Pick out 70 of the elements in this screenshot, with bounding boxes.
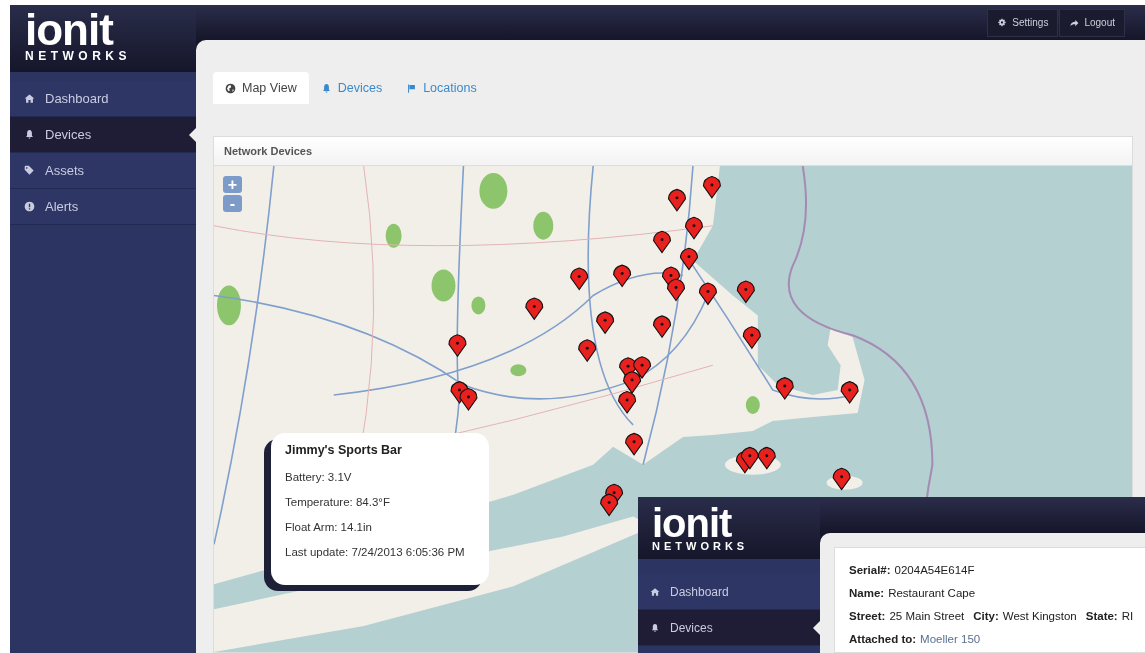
forest-patch bbox=[471, 296, 486, 315]
popup-text: Last update: 7/24/2013 6:05:36 PM bbox=[285, 545, 466, 560]
map-pin-icon[interactable] bbox=[618, 391, 637, 414]
popup-text: Float Arm: 14.1in bbox=[285, 520, 373, 535]
map-pin-icon[interactable] bbox=[702, 175, 721, 199]
map-pin-icon[interactable] bbox=[736, 280, 755, 303]
map-pin-icon[interactable] bbox=[832, 467, 851, 491]
map-pin-icon[interactable] bbox=[679, 247, 698, 271]
home-icon bbox=[24, 93, 35, 104]
map-pin-icon[interactable] bbox=[653, 315, 672, 338]
map-pin-icon[interactable] bbox=[570, 267, 589, 291]
tab[interactable]: Map View bbox=[213, 72, 309, 104]
arrow-icon bbox=[1069, 17, 1080, 28]
settings-icon bbox=[997, 17, 1008, 28]
field-label: Name: bbox=[849, 587, 885, 601]
field-value: 25 Main Street bbox=[889, 610, 965, 624]
field-label: Street: bbox=[849, 610, 886, 624]
map-pin-icon[interactable] bbox=[525, 297, 544, 320]
pin-cluster-icon[interactable] bbox=[661, 266, 686, 301]
map-pin-icon[interactable] bbox=[757, 446, 776, 470]
field-label: City: bbox=[973, 610, 999, 624]
bell-icon bbox=[650, 622, 660, 633]
forest-patch bbox=[510, 364, 527, 377]
field-label: Attached to: bbox=[849, 633, 917, 647]
forest-patch bbox=[217, 285, 241, 326]
field-value: RI bbox=[1121, 610, 1134, 624]
globe-icon bbox=[225, 82, 236, 94]
map-pin-icon[interactable] bbox=[578, 339, 597, 362]
field-value: West Kingston bbox=[1002, 610, 1077, 624]
logout-button[interactable]: Logout bbox=[1059, 8, 1125, 37]
map-pin-icon[interactable] bbox=[613, 264, 632, 288]
alert-icon bbox=[24, 201, 35, 212]
pin-cluster-icon[interactable] bbox=[600, 483, 624, 517]
popup-text: Battery: 3.1V bbox=[285, 470, 353, 485]
tag-icon bbox=[24, 165, 35, 176]
forest-patch bbox=[385, 223, 402, 248]
forest-patch bbox=[533, 211, 554, 240]
home-icon bbox=[650, 586, 660, 597]
logo: ionit NETWORKS bbox=[638, 497, 820, 559]
map-pin-icon[interactable] bbox=[742, 326, 761, 349]
forest-patch bbox=[479, 172, 508, 209]
bell-icon bbox=[24, 129, 35, 140]
map-pin-icon[interactable] bbox=[698, 282, 717, 305]
flag-icon bbox=[406, 82, 418, 94]
map-pin-icon[interactable] bbox=[684, 216, 703, 240]
field-label: Serial#: bbox=[849, 564, 891, 578]
map-pin-icon[interactable] bbox=[625, 432, 644, 456]
pin-cluster-icon[interactable] bbox=[735, 446, 759, 474]
field-value: Moeller 150 bbox=[920, 633, 981, 647]
sidebar-item[interactable]: Devices bbox=[638, 610, 820, 646]
bell-icon bbox=[320, 82, 332, 94]
map-pin-icon[interactable] bbox=[653, 230, 672, 254]
map-pin-icon[interactable] bbox=[448, 334, 467, 357]
field-label: State: bbox=[1085, 610, 1118, 624]
map-pin-icon[interactable] bbox=[623, 371, 642, 394]
map-pin-icon[interactable] bbox=[596, 311, 615, 334]
settings-button[interactable]: Settings bbox=[987, 8, 1059, 37]
map-pin-icon[interactable] bbox=[459, 388, 478, 411]
logo: ionit NETWORKS bbox=[10, 5, 196, 72]
field-value: Restaurant Cape bbox=[888, 587, 976, 601]
map-pin-icon[interactable] bbox=[667, 188, 686, 212]
forest-patch bbox=[745, 396, 760, 414]
popup-text: Temperature: 84.3°F bbox=[285, 495, 391, 510]
forest-patch bbox=[431, 269, 456, 302]
map-pin-icon[interactable] bbox=[775, 377, 794, 400]
map-pin-icon[interactable] bbox=[633, 356, 652, 379]
field-value: 0204A54E614F bbox=[894, 564, 975, 578]
sidebar-item[interactable]: Devices bbox=[10, 117, 196, 153]
popup-title: Jimmy's Sports Bar bbox=[285, 443, 403, 457]
map-pin-icon[interactable] bbox=[840, 381, 859, 404]
